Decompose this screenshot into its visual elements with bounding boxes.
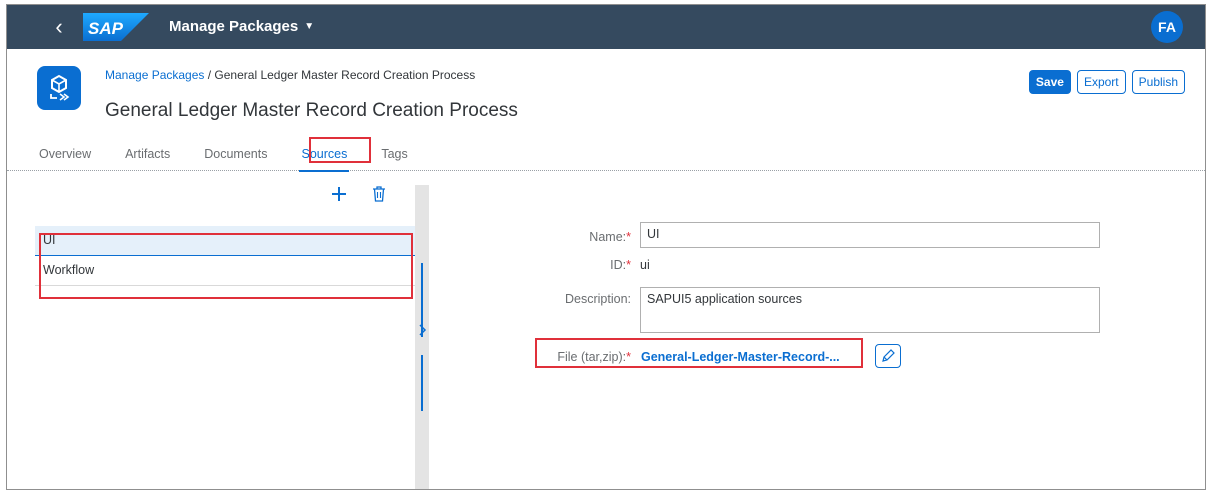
object-header: Manage Packages / General Ledger Master … (7, 49, 1205, 173)
publish-button[interactable]: Publish (1131, 70, 1185, 94)
breadcrumb-separator: / (204, 68, 215, 82)
caret-down-icon: ▼ (304, 21, 315, 32)
id-label: ID:* (610, 258, 631, 272)
add-icon (332, 187, 346, 201)
file-highlight (535, 338, 863, 368)
export-button[interactable]: Export (1076, 70, 1126, 94)
save-button[interactable]: Save (1028, 70, 1071, 94)
tab-overview[interactable]: Overview (39, 143, 91, 169)
splitter-bar-bottom (421, 355, 423, 411)
shell-bar: ‹ SAP Manage Packages ▼ FA (7, 5, 1205, 49)
name-label: Name:* (589, 230, 631, 244)
delete-button[interactable] (369, 184, 389, 204)
tab-artifacts[interactable]: Artifacts (125, 143, 170, 169)
sap-logo: SAP (83, 13, 149, 41)
chevron-right-icon[interactable] (416, 323, 428, 340)
list-highlight (39, 233, 413, 299)
user-avatar[interactable]: FA (1151, 11, 1183, 43)
tab-documents[interactable]: Documents (204, 143, 267, 169)
delete-icon (373, 186, 385, 202)
breadcrumb-link[interactable]: Manage Packages (105, 68, 204, 82)
source-detail-form: Name:* UI ID:* ui Description: SAPUI5 ap… (429, 172, 1205, 489)
id-value: ui (640, 258, 650, 272)
svg-text:SAP: SAP (88, 19, 124, 38)
tab-tags[interactable]: Tags (381, 143, 407, 169)
app-title: Manage Packages (169, 18, 299, 35)
add-button[interactable] (329, 184, 349, 204)
list-toolbar (329, 184, 389, 204)
edit-file-button[interactable] (875, 344, 901, 368)
package-icon (37, 66, 81, 110)
back-icon: ‹ (55, 14, 63, 39)
back-button[interactable]: ‹ (47, 14, 71, 40)
app-title-menu[interactable]: Manage Packages ▼ (169, 16, 314, 38)
sources-tab-highlight (309, 137, 371, 163)
breadcrumb: Manage Packages / General Ledger Master … (105, 67, 475, 83)
description-label: Description: (565, 292, 631, 306)
description-textarea[interactable]: SAPUI5 application sources (640, 287, 1100, 333)
sources-list-pane: UI Workflow (7, 172, 415, 489)
tab-bar: Overview Artifacts Documents Sources Tag… (39, 143, 442, 173)
pane-splitter[interactable] (415, 185, 429, 489)
required-marker: * (626, 230, 631, 244)
breadcrumb-current: General Ledger Master Record Creation Pr… (214, 68, 476, 82)
page-title: General Ledger Master Record Creation Pr… (105, 100, 518, 121)
app-frame: ‹ SAP Manage Packages ▼ FA Manage Packag… (6, 4, 1206, 490)
name-input[interactable]: UI (640, 222, 1100, 248)
required-marker: * (626, 258, 631, 272)
pencil-icon (882, 349, 895, 362)
header-actions: Save Export Publish (1028, 70, 1185, 94)
